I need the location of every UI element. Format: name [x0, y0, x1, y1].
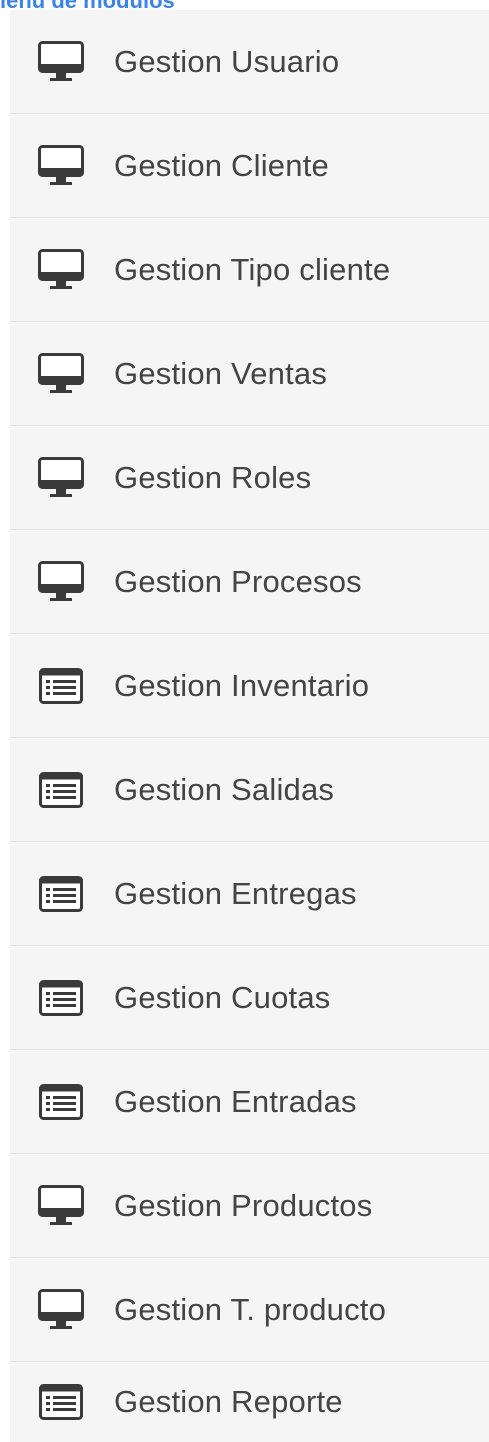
- menu-item-gestion-cuotas[interactable]: Gestion Cuotas: [10, 946, 489, 1050]
- monitor-icon: [36, 1184, 86, 1228]
- menu-item-gestion-usuario[interactable]: Gestion Usuario: [10, 10, 489, 114]
- menu-item-label: Gestion Tipo cliente: [114, 251, 391, 287]
- menu-item-gestion-reporte[interactable]: Gestion Reporte: [10, 1362, 489, 1442]
- menu-item-gestion-tipo-cliente[interactable]: Gestion Tipo cliente: [10, 218, 489, 322]
- menu-item-label: Gestion Cliente: [114, 147, 329, 183]
- menu-item-gestion-cliente[interactable]: Gestion Cliente: [10, 114, 489, 218]
- menu-item-gestion-t-producto[interactable]: Gestion T. producto: [10, 1258, 489, 1362]
- menu-item-label: Gestion Inventario: [114, 667, 370, 703]
- menu-item-label: Gestion Procesos: [114, 563, 362, 599]
- menu-item-gestion-inventario[interactable]: Gestion Inventario: [10, 634, 489, 738]
- menu-item-gestion-roles[interactable]: Gestion Roles: [10, 426, 489, 530]
- monitor-icon: [36, 456, 86, 500]
- menu-item-label: Gestion Salidas: [114, 771, 335, 807]
- list-icon: [36, 1080, 86, 1124]
- menu-item-gestion-salidas[interactable]: Gestion Salidas: [10, 738, 489, 842]
- list-icon: [36, 872, 86, 916]
- menu-item-gestion-procesos[interactable]: Gestion Procesos: [10, 530, 489, 634]
- menu-item-label: Gestion Cuotas: [114, 979, 331, 1015]
- menu-item-gestion-entradas[interactable]: Gestion Entradas: [10, 1050, 489, 1154]
- module-menu: Gestion Usuario Gestion Cliente Gestion …: [10, 10, 489, 1442]
- list-icon: [36, 976, 86, 1020]
- monitor-icon: [36, 1288, 86, 1332]
- monitor-icon: [36, 40, 86, 84]
- menu-item-label: Gestion Ventas: [114, 355, 328, 391]
- menu-item-label: Gestion Roles: [114, 459, 312, 495]
- monitor-icon: [36, 144, 86, 188]
- menu-item-gestion-ventas[interactable]: Gestion Ventas: [10, 322, 489, 426]
- menu-item-label: Gestion Reporte: [114, 1384, 343, 1419]
- list-icon: [36, 1380, 86, 1424]
- menu-item-label: Gestion Productos: [114, 1187, 373, 1223]
- menu-item-gestion-productos[interactable]: Gestion Productos: [10, 1154, 489, 1258]
- list-icon: [36, 768, 86, 812]
- menu-item-label: Gestion Entregas: [114, 875, 357, 911]
- monitor-icon: [36, 352, 86, 396]
- list-icon: [36, 664, 86, 708]
- menu-item-label: Gestion Usuario: [114, 43, 340, 79]
- menu-item-gestion-entregas[interactable]: Gestion Entregas: [10, 842, 489, 946]
- monitor-icon: [36, 560, 86, 604]
- monitor-icon: [36, 248, 86, 292]
- menu-item-label: Gestion Entradas: [114, 1083, 357, 1119]
- menu-item-label: Gestion T. producto: [114, 1291, 387, 1327]
